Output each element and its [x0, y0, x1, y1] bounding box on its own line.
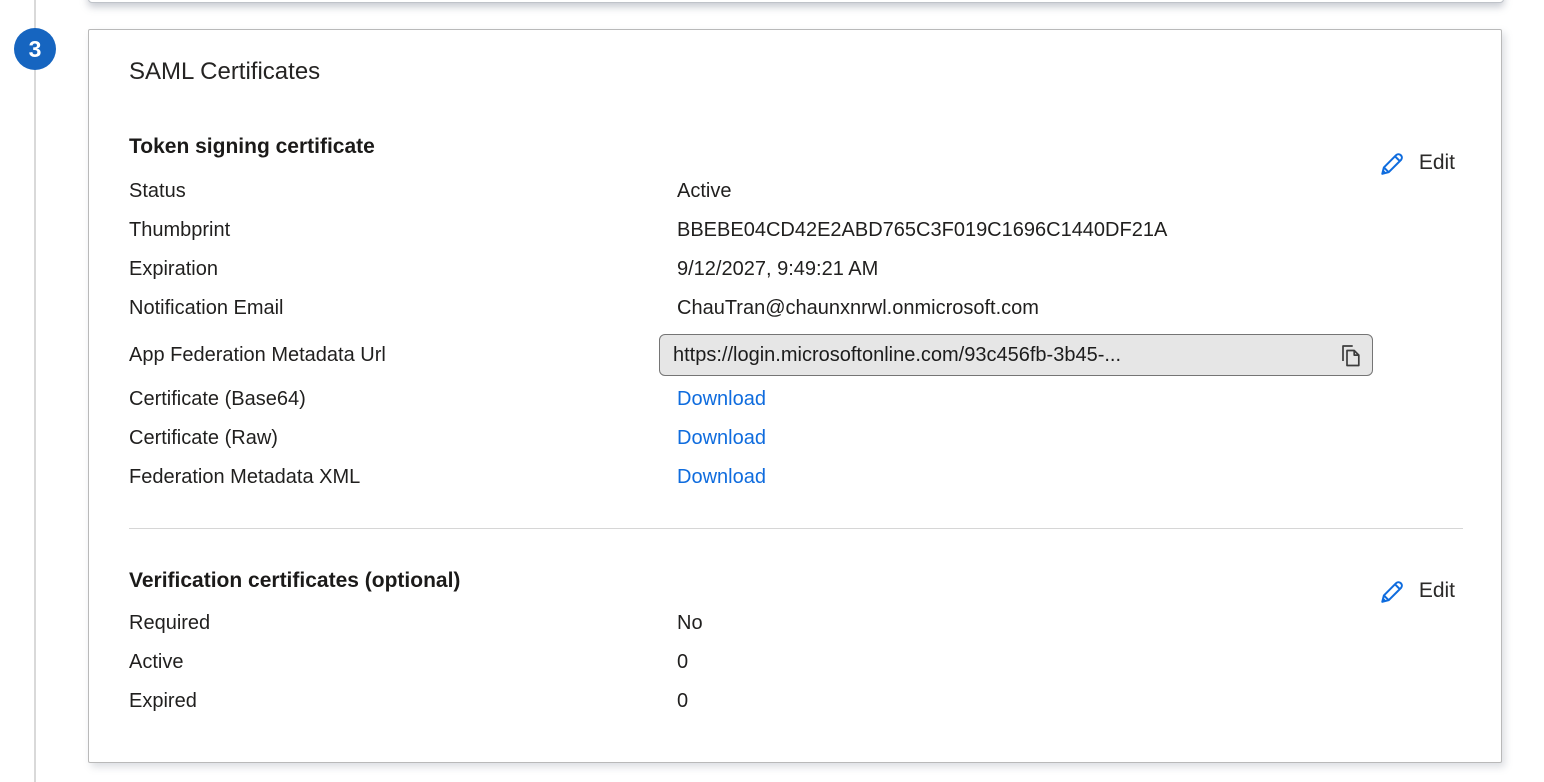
- row-value: ChauTran@chaunxnrwl.onmicrosoft.com: [677, 295, 1039, 321]
- section-divider: [129, 528, 1463, 529]
- certificate-raw-row: Certificate (Raw) Download: [129, 425, 1463, 451]
- active-count-row: Active 0: [129, 649, 1463, 675]
- copy-icon: [1337, 342, 1363, 369]
- federation-metadata-xml-row: Federation Metadata XML Download: [129, 464, 1463, 490]
- expiration-row: Expiration 9/12/2027, 9:49:21 AM: [129, 256, 1463, 282]
- row-value: Active: [677, 178, 731, 204]
- step-number: 3: [29, 36, 42, 63]
- step-number-badge: 3: [14, 28, 56, 70]
- row-label: Required: [129, 610, 677, 636]
- row-label: Certificate (Base64): [129, 386, 677, 412]
- verification-rows: Required No Active 0 Expired 0: [129, 610, 1463, 714]
- row-label: Expiration: [129, 256, 677, 282]
- row-label: Notification Email: [129, 295, 677, 321]
- previous-section-card-edge: [88, 0, 1504, 3]
- notification-email-row: Notification Email ChauTran@chaunxnrwl.o…: [129, 295, 1463, 321]
- edit-button-label: Edit: [1419, 151, 1455, 175]
- card-title: SAML Certificates: [129, 56, 1463, 88]
- edit-verification-button[interactable]: Edit: [1376, 576, 1455, 606]
- row-label: Active: [129, 649, 677, 675]
- row-label: Certificate (Raw): [129, 425, 677, 451]
- thumbprint-row: Thumbprint BBEBE04CD42E2ABD765C3F019C169…: [129, 217, 1463, 243]
- row-label: Status: [129, 178, 677, 204]
- row-label: Thumbprint: [129, 217, 677, 243]
- pencil-icon: [1376, 576, 1406, 606]
- row-label: App Federation Metadata Url: [129, 342, 677, 368]
- download-certificate-base64-link[interactable]: Download: [677, 386, 766, 412]
- saml-certificates-card: SAML Certificates Token signing certific…: [88, 29, 1502, 763]
- download-federation-metadata-link[interactable]: Download: [677, 464, 766, 490]
- row-value: 9/12/2027, 9:49:21 AM: [677, 256, 878, 282]
- row-value: BBEBE04CD42E2ABD765C3F019C1696C1440DF21A: [677, 217, 1167, 243]
- certificate-base64-row: Certificate (Base64) Download: [129, 386, 1463, 412]
- row-value: 0: [677, 688, 688, 714]
- step-connector-line: [34, 0, 36, 782]
- metadata-url-text: https://login.microsoftonline.com/93c456…: [673, 342, 1331, 368]
- token-signing-rows: Status Active Thumbprint BBEBE04CD42E2AB…: [129, 178, 1463, 490]
- row-label: Federation Metadata XML: [129, 464, 677, 490]
- status-row: Status Active: [129, 178, 1463, 204]
- required-row: Required No: [129, 610, 1463, 636]
- verification-certificates-heading: Verification certificates (optional): [129, 567, 1463, 595]
- pencil-icon: [1376, 148, 1406, 178]
- row-value: No: [677, 610, 703, 636]
- edit-button-label: Edit: [1419, 579, 1455, 603]
- download-certificate-raw-link[interactable]: Download: [677, 425, 766, 451]
- copy-button[interactable]: [1337, 342, 1363, 369]
- row-label: Expired: [129, 688, 677, 714]
- metadata-url-row: App Federation Metadata Url https://logi…: [129, 334, 1463, 376]
- expired-count-row: Expired 0: [129, 688, 1463, 714]
- row-value: 0: [677, 649, 688, 675]
- token-signing-heading: Token signing certificate: [129, 133, 1463, 161]
- metadata-url-box[interactable]: https://login.microsoftonline.com/93c456…: [659, 334, 1373, 376]
- edit-token-signing-button[interactable]: Edit: [1376, 148, 1455, 178]
